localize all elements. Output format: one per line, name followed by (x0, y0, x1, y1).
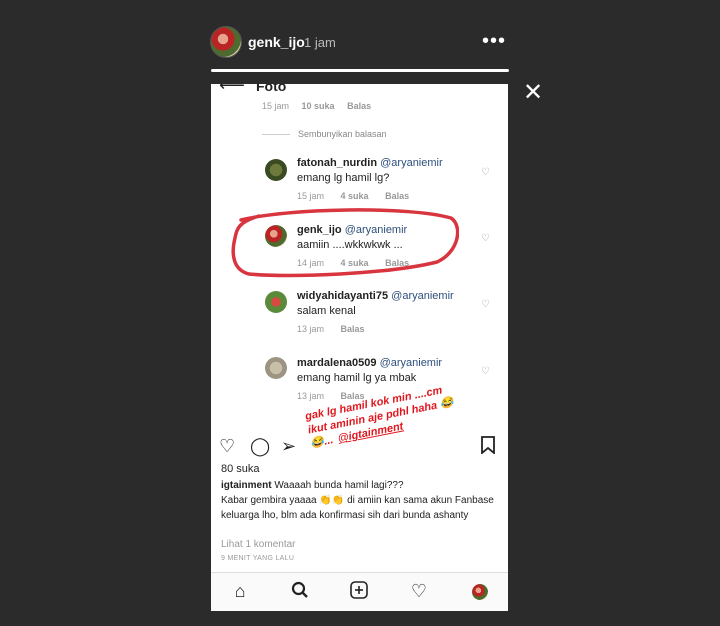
hide-replies-link[interactable]: Sembunyikan balasan (298, 129, 387, 139)
avatar[interactable] (265, 225, 287, 247)
comment-header: mardalena0509 @aryaniemir (297, 357, 442, 369)
top-bar: ⟵ Foto (211, 84, 508, 96)
bookmark-icon[interactable] (480, 436, 496, 459)
comment-meta: 14 jam 4 suka Balas (297, 258, 410, 268)
comment-mention[interactable]: @aryaniemir (380, 157, 443, 169)
heart-icon[interactable]: ♡ (481, 167, 490, 178)
heart-icon[interactable]: ♡ (219, 436, 235, 457)
page-title: Foto (256, 84, 287, 94)
comment-header: genk_ijo @aryaniemir (297, 224, 407, 236)
comment-mention[interactable]: @aryaniemir (345, 224, 408, 236)
comment-username[interactable]: fatonah_nurdin (297, 157, 377, 169)
comment-mention[interactable]: @aryaniemir (391, 290, 454, 302)
comment-username[interactable]: mardalena0509 (297, 357, 377, 369)
search-icon[interactable] (288, 581, 312, 604)
avatar[interactable] (265, 291, 287, 313)
screenshot-frame: ⟵ Foto 15 jam 10 suka Balas Sembunyikan … (211, 84, 508, 611)
profile-avatar-icon[interactable] (472, 584, 488, 600)
reply-link[interactable]: Balas (385, 191, 409, 201)
comment-username[interactable]: genk_ijo (297, 224, 342, 236)
share-icon[interactable]: ➢ (281, 436, 296, 457)
comment-text: emang lg hamil lg? (297, 172, 390, 184)
avatar[interactable] (265, 159, 287, 181)
comment-text: emang hamil lg ya mbak (297, 372, 417, 384)
avatar[interactable] (265, 357, 287, 379)
bottom-tab-bar: ⌂ ♡ (211, 572, 508, 611)
post-caption: igtainment Waaaah bunda hamil lagi??? Ka… (221, 480, 494, 521)
close-icon[interactable]: ✕ (523, 81, 543, 105)
heart-icon[interactable]: ♡ (481, 233, 490, 244)
comment-text: aamiin ....wkkwkwk ... (297, 239, 403, 251)
add-post-icon[interactable] (347, 581, 371, 604)
top-comment-meta: 15 jam 10 suka Balas (262, 101, 372, 111)
post-actions: ♡ ◯ ➢ (211, 436, 508, 460)
comment-mention[interactable]: @aryaniemir (380, 357, 443, 369)
comment-username[interactable]: widyahidayanti75 (297, 290, 388, 302)
heart-icon[interactable]: ♡ (481, 366, 490, 377)
activity-heart-icon[interactable]: ♡ (407, 581, 431, 602)
more-horizontal-icon[interactable]: ••• (482, 30, 506, 53)
comment-icon[interactable]: ◯ (250, 436, 270, 457)
story-time: 1 jam (304, 35, 336, 50)
comment-meta: 13 jam Balas (297, 324, 365, 334)
comment-meta: 15 jam 4 suka Balas (297, 191, 410, 201)
likes-count[interactable]: 80 suka (221, 463, 260, 475)
back-arrow-icon[interactable]: ⟵ (219, 84, 245, 96)
view-comments-link[interactable]: Lihat 1 komentar (221, 539, 296, 550)
divider (262, 134, 290, 135)
home-icon[interactable]: ⌂ (228, 581, 252, 602)
heart-icon[interactable]: ♡ (481, 299, 490, 310)
story-username[interactable]: genk_ijo (248, 34, 305, 50)
comment-header: fatonah_nurdin @aryaniemir (297, 157, 443, 169)
story-header: genk_ijo 1 jam ••• (210, 24, 510, 64)
comment-header: widyahidayanti75 @aryaniemir (297, 290, 454, 302)
story-progress-bar (211, 69, 509, 72)
comment-text: salam kenal (297, 305, 356, 317)
caption-username[interactable]: igtainment (221, 480, 272, 491)
post-timestamp: 9 MENIT YANG LALU (221, 555, 295, 562)
story-avatar[interactable] (210, 26, 242, 58)
reply-link[interactable]: Balas (385, 258, 409, 268)
reply-link[interactable]: Balas (341, 324, 365, 334)
